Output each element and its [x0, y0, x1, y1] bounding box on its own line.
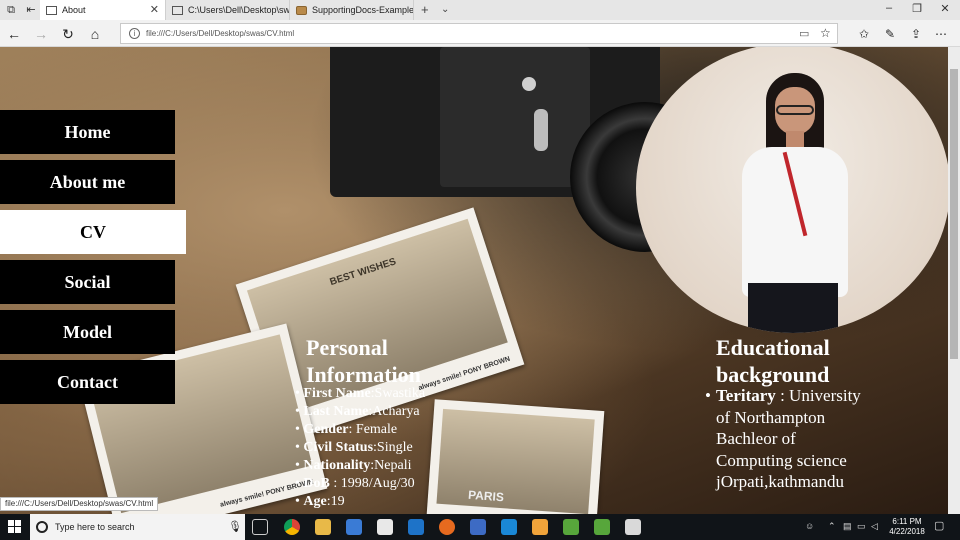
set-tabs-aside-icon[interactable]: ⇤	[24, 3, 38, 17]
forward-icon[interactable]: →	[32, 25, 50, 43]
minimize-icon[interactable]: –	[874, 2, 904, 14]
notifications-icon[interactable]: ▢	[934, 519, 944, 532]
page-scrollbar[interactable]	[948, 47, 960, 514]
people-icon[interactable]: ☺	[805, 521, 814, 531]
scrollbar-thumb[interactable]	[950, 69, 958, 359]
url-text[interactable]: file:///C:/Users/Dell/Desktop/swas/CV.ht…	[146, 29, 294, 38]
photos-icon[interactable]	[625, 519, 641, 535]
cortana-icon	[36, 521, 48, 533]
mail-icon[interactable]	[377, 519, 393, 535]
list-item: • Nationality:Nepali	[295, 458, 412, 473]
start-button[interactable]	[0, 514, 30, 540]
taskbar: Type here to search 🎙 ☺ ⌃ ▤ ▭ ◁ 6:11 PM …	[0, 514, 960, 540]
list-item: • Last Name:Acharya	[295, 404, 420, 419]
page-content: BEST WISHES always smile! PONY BROWN alw…	[0, 47, 948, 514]
app-icon[interactable]	[563, 519, 579, 535]
address-bar[interactable]: i file:///C:/Users/Dell/Desktop/swas/CV.…	[120, 23, 838, 44]
info-icon[interactable]: i	[129, 28, 140, 39]
camera-lever	[534, 109, 548, 151]
list-item: • Gender: Female	[295, 422, 398, 437]
browser-tab-bar: ⧉ ⇤ About ✕ C:\Users\Dell\Desktop\swas S…	[0, 0, 960, 20]
chrome-icon[interactable]	[284, 519, 300, 535]
file-explorer-icon[interactable]	[315, 519, 331, 535]
taskbar-clock[interactable]: 6:11 PM 4/22/2018	[885, 517, 929, 537]
close-tab-icon[interactable]: ✕	[150, 3, 159, 16]
nav-social[interactable]: Social	[0, 260, 175, 304]
list-item: • Age:19	[295, 494, 345, 509]
app-icon[interactable]	[470, 519, 486, 535]
chevron-up-icon[interactable]: ⌃	[828, 521, 836, 532]
tab-supporting-docs[interactable]: SupportingDocs-Example-1	[290, 0, 414, 20]
address-toolbar: ← → ↻ ⌂ i file:///C:/Users/Dell/Desktop/…	[0, 20, 960, 47]
firefox-icon[interactable]	[439, 519, 455, 535]
close-window-icon[interactable]: ✕	[930, 2, 960, 15]
app-icon[interactable]	[594, 519, 610, 535]
list-item: • First Name:Swastika	[295, 386, 426, 401]
page-icon	[46, 5, 57, 15]
battery-icon[interactable]: ▭	[857, 521, 866, 532]
tab-manager-icon[interactable]: ⧉	[4, 3, 18, 17]
taskbar-search[interactable]: Type here to search 🎙	[30, 514, 245, 540]
store-icon[interactable]	[346, 519, 362, 535]
new-tab-icon[interactable]: +	[421, 2, 429, 17]
profile-photo	[636, 47, 948, 333]
app-icon[interactable]	[501, 519, 517, 535]
polaroid-photo: PARIS	[425, 399, 605, 514]
microphone-icon[interactable]: 🎙	[228, 520, 242, 533]
nav-about-me[interactable]: About me	[0, 160, 175, 204]
nav-cv[interactable]: CV	[0, 210, 186, 254]
list-item: • DoB : 1998/Aug/30	[295, 476, 415, 491]
page-icon	[296, 5, 307, 15]
reading-view-icon[interactable]: ▭	[799, 27, 809, 40]
personal-info-heading: Personal Information	[306, 335, 421, 387]
refresh-icon[interactable]: ↻	[59, 25, 77, 43]
status-url-tooltip: file:///C:/Users/Dell/Desktop/swas/CV.ht…	[0, 497, 159, 511]
nav-home[interactable]: Home	[0, 110, 175, 154]
tab-about[interactable]: About ✕	[40, 0, 166, 20]
education-heading: Educational background	[716, 335, 830, 387]
back-icon[interactable]: ←	[5, 25, 23, 43]
more-icon[interactable]: ⋯	[932, 25, 950, 43]
camera-top-plate	[440, 47, 590, 187]
nav-contact[interactable]: Contact	[0, 360, 175, 404]
home-icon[interactable]: ⌂	[86, 25, 104, 43]
personal-info-list: • First Name:Swastika • Last Name:Achary…	[295, 385, 425, 511]
tab-folder[interactable]: C:\Users\Dell\Desktop\swas	[166, 0, 290, 20]
restore-icon[interactable]: ❐	[902, 2, 932, 15]
volume-icon[interactable]: ◁	[871, 521, 878, 532]
sublime-icon[interactable]	[532, 519, 548, 535]
nav-model[interactable]: Model	[0, 310, 175, 354]
task-view-icon[interactable]	[252, 519, 268, 535]
edge-icon[interactable]	[408, 519, 424, 535]
pen-icon[interactable]: ✎	[881, 25, 899, 43]
list-item: • Civil Status:Single	[295, 440, 413, 455]
network-icon[interactable]: ▤	[843, 521, 852, 532]
camera-knob	[522, 77, 536, 91]
share-icon[interactable]: ⇪	[907, 25, 925, 43]
page-icon	[172, 5, 183, 15]
favorite-star-icon[interactable]: ☆	[820, 26, 831, 40]
chevron-down-icon[interactable]: ⌄	[441, 4, 449, 15]
favorites-hub-icon[interactable]: ✩	[855, 25, 873, 43]
